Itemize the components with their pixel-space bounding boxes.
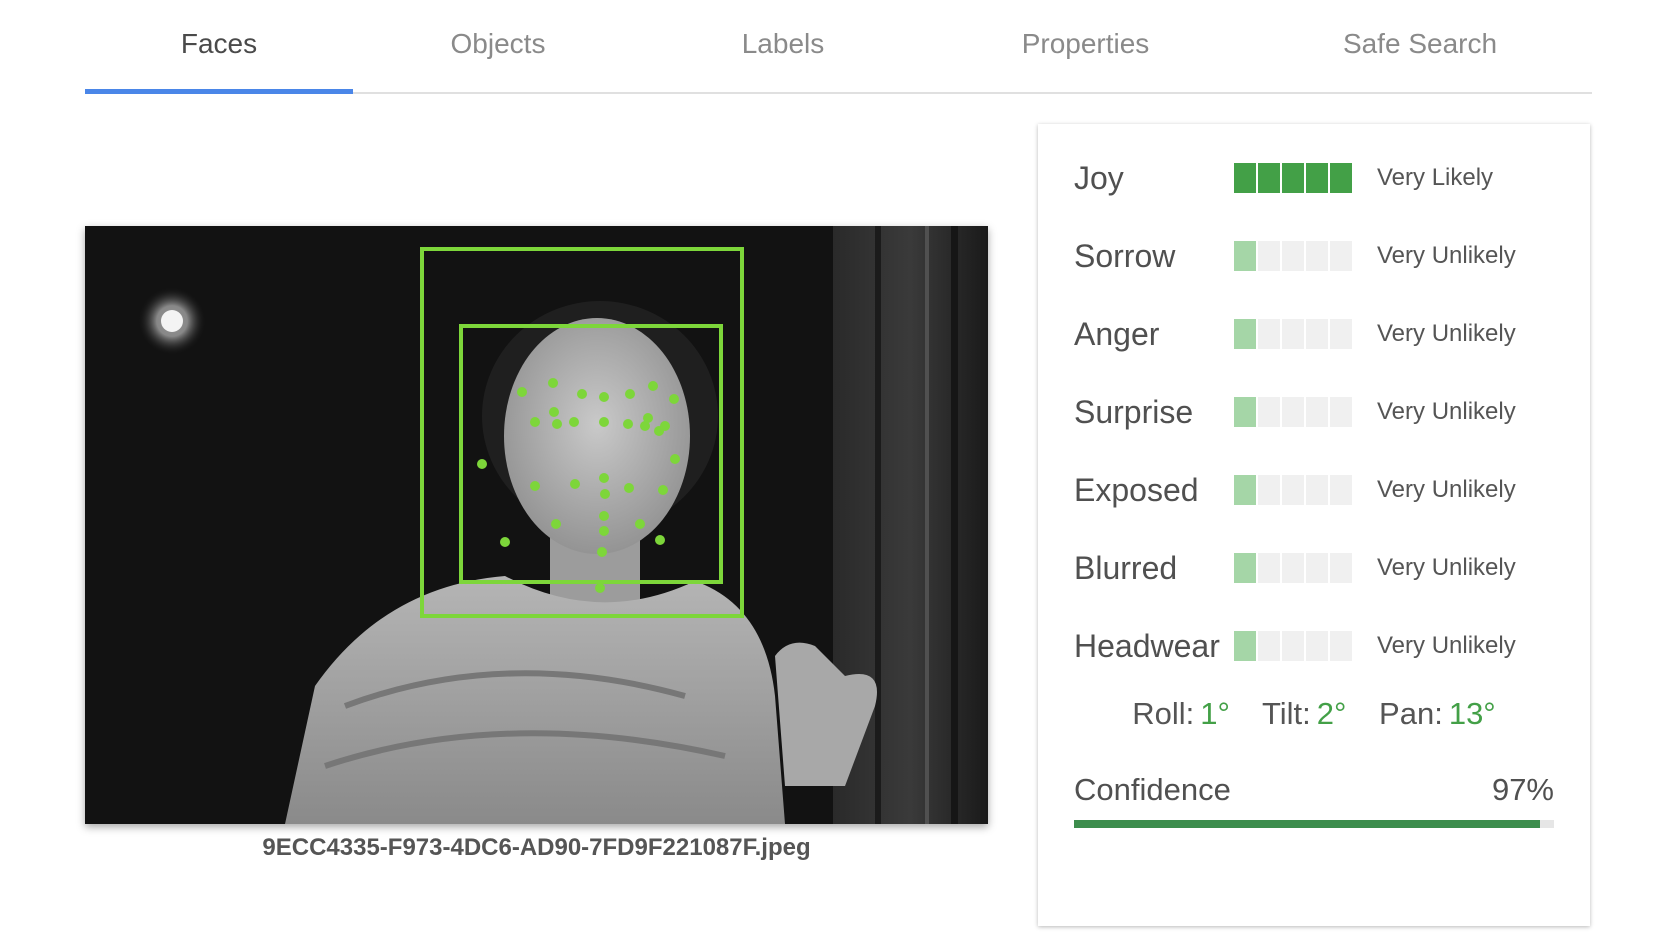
pan-value: 13°: [1448, 696, 1496, 731]
meter-segment: [1330, 631, 1352, 661]
likelihood-meter: [1234, 553, 1352, 583]
confidence-bar: [1074, 820, 1554, 828]
tab-bar: Faces Objects Labels Properties Safe Sea…: [85, 0, 1592, 94]
pan-label: Pan:: [1379, 696, 1443, 731]
tab-safe-search[interactable]: Safe Search: [1248, 0, 1592, 92]
meter-segment: [1306, 319, 1328, 349]
face-details-card: Joy Very Likely Sorrow Very Unlikely Ang…: [1038, 124, 1590, 926]
attribute-row-surprise: Surprise Very Unlikely: [1074, 392, 1554, 432]
meter-segment: [1282, 319, 1304, 349]
analyzed-photo: [85, 226, 988, 824]
roll-label: Roll:: [1132, 696, 1195, 731]
meter-segment: [1234, 553, 1256, 583]
meter-segment: [1258, 397, 1280, 427]
meter-segment: [1282, 631, 1304, 661]
roll-value: 1°: [1200, 696, 1230, 731]
meter-segment: [1282, 553, 1304, 583]
meter-segment: [1234, 163, 1256, 193]
meter-segment: [1306, 475, 1328, 505]
likelihood-meter: [1234, 241, 1352, 271]
meter-segment: [1258, 319, 1280, 349]
attribute-name: Surprise: [1074, 393, 1194, 430]
attribute-row-headwear: Headwear Very Unlikely: [1074, 626, 1554, 666]
confidence-section: Confidence 97%: [1074, 772, 1554, 828]
tab-objects[interactable]: Objects: [353, 0, 643, 92]
attribute-row-joy: Joy Very Likely: [1074, 158, 1554, 198]
meter-segment: [1330, 319, 1352, 349]
likelihood-label: Very Unlikely: [1377, 554, 1516, 581]
attribute-row-anger: Anger Very Unlikely: [1074, 314, 1554, 354]
confidence-value: 97%: [1491, 772, 1554, 807]
likelihood-meter: [1234, 319, 1352, 349]
attribute-name: Anger: [1074, 315, 1160, 352]
tab-labels[interactable]: Labels: [643, 0, 923, 92]
meter-segment: [1258, 631, 1280, 661]
attribute-row-blurred: Blurred Very Unlikely: [1074, 548, 1554, 588]
tilt-label: Tilt:: [1261, 696, 1311, 731]
meter-segment: [1258, 163, 1280, 193]
meter-segment: [1258, 241, 1280, 271]
attribute-name: Exposed: [1074, 471, 1199, 508]
likelihood-meter: [1234, 397, 1352, 427]
meter-segment: [1234, 631, 1256, 661]
meter-segment: [1330, 475, 1352, 505]
meter-segment: [1306, 631, 1328, 661]
likelihood-label: Very Unlikely: [1377, 242, 1516, 269]
attribute-name: Blurred: [1074, 549, 1178, 586]
meter-segment: [1306, 163, 1328, 193]
likelihood-meter: [1234, 631, 1352, 661]
meter-segment: [1282, 475, 1304, 505]
meter-segment: [1234, 319, 1256, 349]
meter-segment: [1306, 397, 1328, 427]
likelihood-label: Very Unlikely: [1377, 632, 1516, 659]
photo-with-face-overlay: [85, 226, 988, 824]
meter-segment: [1258, 475, 1280, 505]
likelihood-label: Very Unlikely: [1377, 320, 1516, 347]
attribute-name: Headwear: [1074, 627, 1220, 664]
image-filename: 9ECC4335-F973-4DC6-AD90-7FD9F221087F.jpe…: [262, 834, 811, 861]
head-angles: Roll: 1° Tilt: 2° Pan: 13°: [1038, 696, 1590, 732]
likelihood-meter: [1234, 163, 1352, 193]
meter-segment: [1258, 553, 1280, 583]
tab-faces[interactable]: Faces: [85, 0, 353, 94]
attribute-row-exposed: Exposed Very Unlikely: [1074, 470, 1554, 510]
meter-segment: [1330, 241, 1352, 271]
meter-segment: [1282, 163, 1304, 193]
meter-segment: [1330, 553, 1352, 583]
confidence-label: Confidence: [1074, 772, 1231, 807]
tab-properties[interactable]: Properties: [923, 0, 1248, 92]
likelihood-label: Very Likely: [1377, 164, 1494, 191]
meter-segment: [1234, 475, 1256, 505]
meter-segment: [1282, 241, 1304, 271]
meter-segment: [1282, 397, 1304, 427]
tilt-value: 2°: [1316, 696, 1347, 731]
confidence-bar-fill: [1074, 820, 1540, 828]
meter-segment: [1306, 241, 1328, 271]
likelihood-label: Very Unlikely: [1377, 476, 1516, 503]
meter-segment: [1330, 163, 1352, 193]
attribute-name: Joy: [1074, 159, 1124, 196]
likelihood-label: Very Unlikely: [1377, 398, 1516, 425]
meter-segment: [1234, 241, 1256, 271]
attribute-name: Sorrow: [1074, 237, 1176, 274]
likelihood-meter: [1234, 475, 1352, 505]
meter-segment: [1306, 553, 1328, 583]
meter-segment: [1330, 397, 1352, 427]
meter-segment: [1234, 397, 1256, 427]
attribute-row-sorrow: Sorrow Very Unlikely: [1074, 236, 1554, 276]
